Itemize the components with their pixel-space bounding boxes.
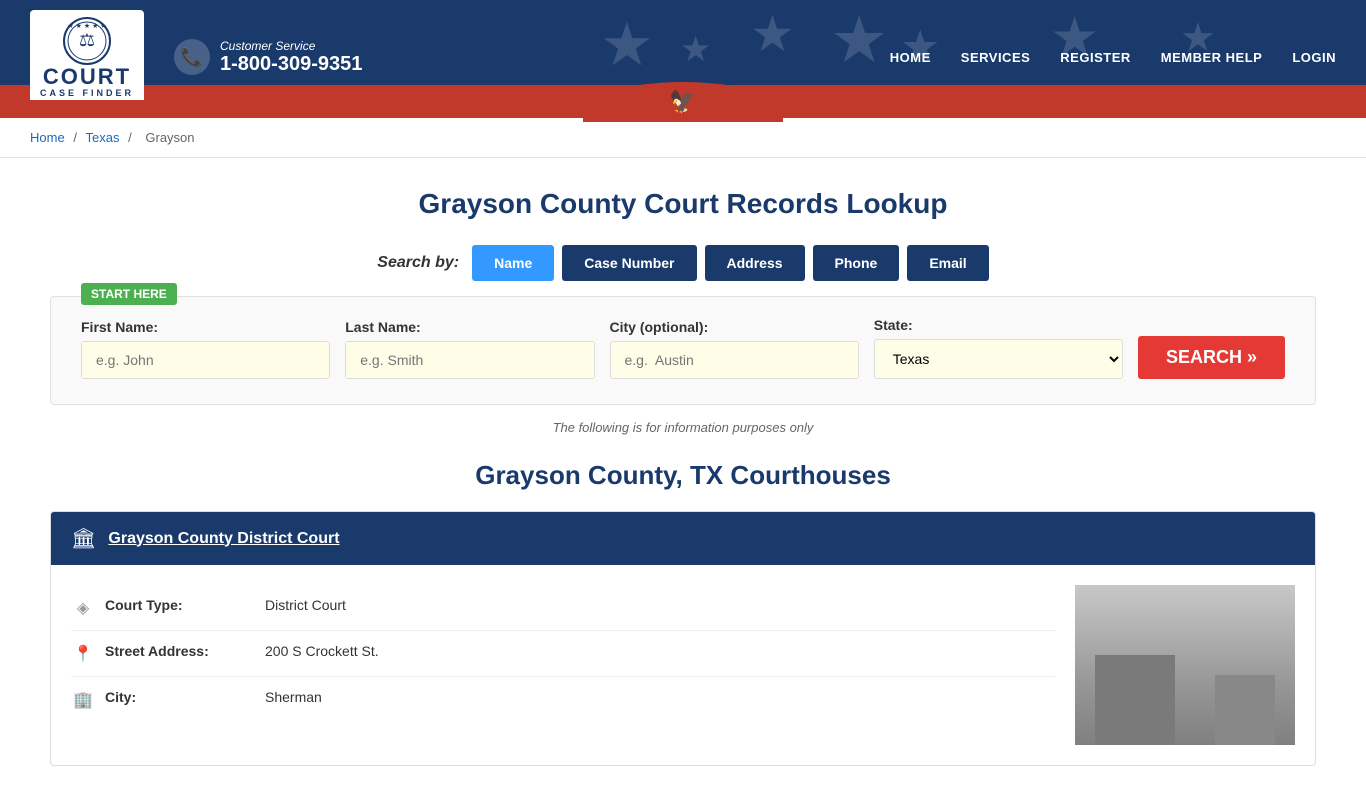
phone-area: 📞 Customer Service 1-800-309-9351 — [174, 39, 362, 76]
city-label: City (optional): — [610, 319, 859, 335]
main-nav: HOME SERVICES REGISTER MEMBER HELP LOGIN — [890, 50, 1336, 65]
svg-text:⚖: ⚖ — [79, 30, 95, 50]
search-by-label: Search by: — [377, 254, 459, 272]
court-type-icon: ◈ — [71, 598, 95, 618]
breadcrumb-home[interactable]: Home — [30, 130, 65, 145]
breadcrumb-county: Grayson — [145, 130, 194, 145]
court-type-row: ◈ Court Type: District Court — [71, 585, 1055, 631]
court-card-header: 🏛 Grayson County District Court — [51, 512, 1315, 565]
court-details: ◈ Court Type: District Court 📍 Street Ad… — [71, 585, 1055, 745]
city-detail-label: City: — [105, 689, 255, 705]
state-select[interactable]: Texas — [874, 339, 1123, 379]
search-button[interactable]: SEARCH » — [1138, 336, 1285, 379]
logo-text: COURT — [43, 66, 131, 88]
nav-member-help[interactable]: MEMBER HELP — [1161, 50, 1263, 65]
street-address-row: 📍 Street Address: 200 S Crockett St. — [71, 631, 1055, 677]
logo-box: ⚖ ★ ★ ★ ★ ★ COURT CASE FINDER — [30, 10, 144, 100]
last-name-input[interactable] — [345, 341, 594, 379]
city-row: 🏢 City: Sherman — [71, 677, 1055, 722]
breadcrumb-sep-2: / — [128, 130, 135, 145]
court-name-link[interactable]: Grayson County District Court — [108, 530, 339, 548]
court-type-value: District Court — [265, 597, 346, 613]
search-by-row: Search by: Name Case Number Address Phon… — [50, 245, 1316, 281]
tab-address[interactable]: Address — [705, 245, 805, 281]
first-name-input[interactable] — [81, 341, 330, 379]
phone-number: 1-800-309-9351 — [220, 53, 362, 76]
court-type-label: Court Type: — [105, 597, 255, 613]
last-name-group: Last Name: — [345, 319, 594, 379]
city-icon: 🏢 — [71, 690, 95, 710]
phone-info: Customer Service 1-800-309-9351 — [220, 39, 362, 76]
main-content: Grayson County Court Records Lookup Sear… — [0, 158, 1366, 796]
info-note: The following is for information purpose… — [50, 420, 1316, 435]
building-image — [1075, 585, 1295, 745]
tab-name[interactable]: Name — [472, 245, 554, 281]
court-header-icon: 🏛 — [71, 526, 96, 551]
nav-home[interactable]: HOME — [890, 50, 931, 65]
phone-icon: 📞 — [174, 39, 210, 75]
breadcrumb-sep-1: / — [73, 130, 80, 145]
court-image — [1075, 585, 1295, 745]
logo-subtext: CASE FINDER — [40, 88, 134, 98]
form-row: First Name: Last Name: City (optional): … — [81, 317, 1285, 379]
logo-emblem: ⚖ ★ ★ ★ ★ ★ — [62, 16, 112, 66]
courthouses-title: Grayson County, TX Courthouses — [50, 460, 1316, 491]
site-logo[interactable]: ⚖ ★ ★ ★ ★ ★ COURT CASE FINDER — [30, 10, 144, 100]
street-address-value: 200 S Crockett St. — [265, 643, 379, 659]
eagle-icon: 🦅 — [669, 89, 696, 115]
street-address-label: Street Address: — [105, 643, 255, 659]
tab-email[interactable]: Email — [907, 245, 988, 281]
tab-case-number[interactable]: Case Number — [562, 245, 696, 281]
page-title: Grayson County Court Records Lookup — [50, 188, 1316, 220]
nav-services[interactable]: SERVICES — [961, 50, 1031, 65]
red-wave-banner: 🦅 ★★★ ★★★ — [0, 100, 1366, 118]
breadcrumb: Home / Texas / Grayson — [0, 118, 1366, 158]
search-form-area: START HERE First Name: Last Name: City (… — [50, 296, 1316, 405]
first-name-label: First Name: — [81, 319, 330, 335]
tab-phone[interactable]: Phone — [813, 245, 900, 281]
state-label: State: — [874, 317, 1123, 333]
court-card-body: ◈ Court Type: District Court 📍 Street Ad… — [51, 565, 1315, 765]
city-input[interactable] — [610, 341, 859, 379]
city-detail-value: Sherman — [265, 689, 322, 705]
nav-register[interactable]: REGISTER — [1060, 50, 1130, 65]
first-name-group: First Name: — [81, 319, 330, 379]
court-card: 🏛 Grayson County District Court ◈ Court … — [50, 511, 1316, 766]
svg-text:★ ★ ★ ★ ★: ★ ★ ★ ★ ★ — [67, 22, 106, 30]
start-here-badge: START HERE — [81, 283, 177, 305]
nav-login[interactable]: LOGIN — [1292, 50, 1336, 65]
phone-label: Customer Service — [220, 39, 362, 53]
breadcrumb-state[interactable]: Texas — [86, 130, 120, 145]
city-group: City (optional): — [610, 319, 859, 379]
last-name-label: Last Name: — [345, 319, 594, 335]
state-group: State: Texas — [874, 317, 1123, 379]
address-icon: 📍 — [71, 644, 95, 664]
